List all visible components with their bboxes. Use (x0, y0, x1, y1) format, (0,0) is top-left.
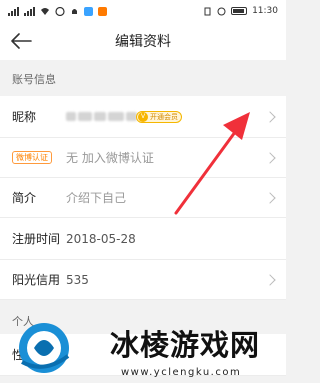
sunshine-credit-value: 535 (66, 272, 89, 287)
weibo-verify-row[interactable]: 微博认证 无 加入微博认证 (0, 138, 286, 178)
back-button[interactable] (10, 30, 34, 52)
intro-row[interactable]: 简介 介绍下自己 (0, 178, 286, 218)
register-date-label: 注册时间 (12, 232, 61, 246)
chevron-right-icon (264, 151, 276, 164)
watermark: 冰棱游戏网 www.yclengku.com (19, 316, 286, 382)
nickname-value-blurred (66, 96, 137, 137)
register-date-value: 2018-05-28 (66, 231, 136, 246)
sunshine-credit-label: 阳光信用 (12, 273, 61, 287)
wifi-icon (41, 7, 49, 15)
watermark-text: 冰棱游戏网 (110, 328, 261, 362)
alarm-icon (217, 7, 226, 15)
signal-icon (24, 6, 35, 16)
page-title: 编辑资料 (115, 34, 171, 50)
nickname-row[interactable]: 昵称 V 开通会员 (0, 96, 286, 138)
status-time: 11:30 (252, 6, 278, 16)
chevron-right-icon (264, 110, 276, 123)
app-icon (84, 6, 93, 16)
crown-icon: V (138, 111, 148, 122)
battery-icon (231, 7, 248, 15)
intro-label: 简介 (12, 191, 37, 205)
watermark-logo-icon (19, 323, 70, 373)
arrow-left-icon (11, 33, 32, 49)
status-icons-left (8, 6, 107, 16)
bell-icon (72, 8, 77, 14)
weibo-verify-badge: 微博认证 (12, 151, 52, 164)
weibo-verify-value: 无 加入微博认证 (66, 151, 154, 165)
message-icon (55, 6, 65, 16)
shopping-icon (98, 6, 107, 16)
status-bar: 11:30 (0, 0, 286, 22)
status-icons-right: 11:30 (203, 6, 278, 16)
chevron-right-icon (264, 191, 276, 204)
sunshine-credit-row[interactable]: 阳光信用 535 (0, 260, 286, 300)
watermark-url: www.yclengku.com (121, 367, 242, 378)
register-date-row: 注册时间 2018-05-28 (0, 218, 286, 260)
vip-badge[interactable]: V 开通会员 (136, 110, 182, 123)
section-header-account: 账号信息 (0, 68, 286, 90)
intro-value: 介绍下自己 (66, 191, 127, 205)
chevron-right-icon (264, 273, 276, 286)
signal-icon (8, 6, 19, 16)
nickname-label: 昵称 (12, 110, 37, 124)
nav-bar: 编辑资料 (0, 22, 286, 60)
vip-badge-label: 开通会员 (150, 112, 178, 121)
vibrate-icon (204, 7, 211, 15)
